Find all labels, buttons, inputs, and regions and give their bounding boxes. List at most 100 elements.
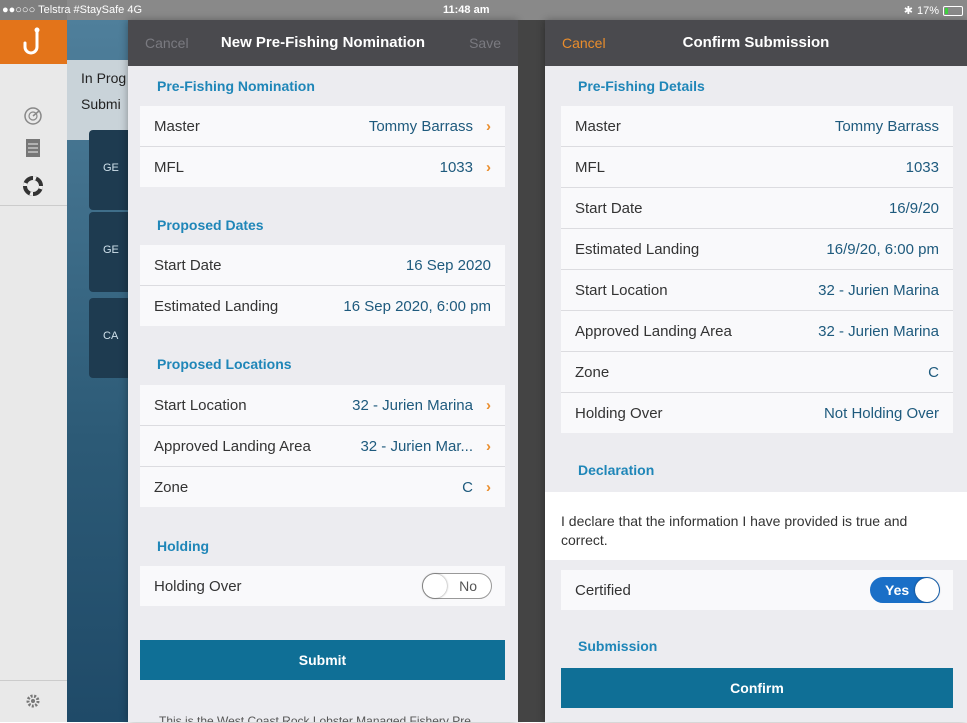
- locations-group: Start Location 32 - Jurien Marina › Appr…: [140, 385, 505, 507]
- declaration-text: I declare that the information I have pr…: [561, 513, 908, 548]
- submit-button[interactable]: Submit: [140, 640, 505, 680]
- nomination-panel: Cancel New Pre-Fishing Nomination Save P…: [128, 20, 518, 722]
- page-title: Confirm Submission: [682, 34, 830, 51]
- approved-landing-value: 32 - Jurien Marina: [818, 322, 939, 340]
- mfl-label: MFL: [575, 158, 605, 176]
- battery-icon: [943, 5, 963, 16]
- approved-landing-value: 32 - Jurien Mar...: [360, 437, 473, 455]
- holding-over-toggle[interactable]: No: [422, 573, 492, 599]
- sidebar-footer: [0, 680, 67, 723]
- start-date-value: 16 Sep 2020: [405, 256, 491, 274]
- zone-row[interactable]: Zone C ›: [140, 467, 505, 507]
- background-header-line2: Submi: [81, 96, 121, 112]
- mfl-row: MFL 1033: [561, 147, 953, 188]
- section-submission: Submission: [578, 638, 658, 654]
- start-location-label: Start Location: [154, 396, 247, 414]
- holding-over-label: Holding Over: [154, 577, 242, 595]
- master-label: Master: [154, 117, 200, 135]
- section-declaration: Declaration: [578, 462, 655, 478]
- fish-hook-icon[interactable]: [0, 20, 67, 64]
- sidebar-divider: [0, 205, 67, 206]
- start-location-row: Start Location 32 - Jurien Marina: [561, 270, 953, 311]
- mfl-value: 1033: [439, 158, 473, 176]
- radar-icon[interactable]: [22, 106, 44, 128]
- background-header-line1: In Prog: [81, 70, 127, 86]
- section-proposed-dates: Proposed Dates: [157, 217, 264, 233]
- master-label: Master: [575, 117, 621, 135]
- certified-toggle[interactable]: Yes: [870, 577, 940, 603]
- holding-over-row: Holding Over Not Holding Over: [561, 393, 953, 433]
- zone-value: C: [928, 363, 939, 381]
- declaration-box: I declare that the information I have pr…: [545, 492, 967, 560]
- mfl-value: 1033: [905, 158, 939, 176]
- holding-over-value: Not Holding Over: [823, 404, 939, 422]
- start-date-value: 16/9/20: [888, 199, 939, 217]
- page-title: New Pre-Fishing Nomination: [220, 34, 426, 51]
- toggle-text: Yes: [885, 582, 910, 598]
- confirm-navbar: Cancel Confirm Submission: [545, 20, 967, 66]
- start-date-label: Start Date: [575, 199, 643, 217]
- holding-over-label: Holding Over: [575, 404, 663, 422]
- confirm-panel: Cancel Confirm Submission Pre-Fishing De…: [545, 20, 967, 722]
- battery-status: ✱ 17%: [904, 4, 963, 17]
- estimated-landing-value: 16/9/20, 6:00 pm: [826, 240, 939, 258]
- mfl-label: MFL: [154, 158, 184, 176]
- certified-label: Certified: [575, 581, 631, 599]
- master-value: Tommy Barrass: [368, 117, 473, 135]
- approved-landing-row: Approved Landing Area 32 - Jurien Marina: [561, 311, 953, 352]
- carrier-signal: ●●○○○ Telstra #StaySafe 4G: [2, 4, 143, 16]
- zone-label: Zone: [575, 363, 610, 381]
- chevron-right-icon: ›: [486, 117, 491, 135]
- estimated-landing-row[interactable]: Estimated Landing 16 Sep 2020, 6:00 pm: [140, 286, 505, 326]
- holding-group: Holding Over No: [140, 566, 505, 606]
- start-location-label: Start Location: [575, 281, 668, 299]
- dates-group: Start Date 16 Sep 2020 Estimated Landing…: [140, 245, 505, 326]
- zone-row: Zone C: [561, 352, 953, 393]
- master-row[interactable]: Master Tommy Barrass ›: [140, 106, 505, 147]
- toggle-knob: [915, 578, 939, 602]
- section-pre-fishing-details: Pre-Fishing Details: [578, 78, 705, 94]
- list-icon[interactable]: [22, 138, 44, 160]
- clock: 11:48 am: [443, 4, 490, 16]
- gear-icon[interactable]: [22, 691, 44, 713]
- panel-gap: [518, 20, 545, 722]
- master-value: Tommy Barrass: [834, 117, 939, 135]
- estimated-landing-label: Estimated Landing: [154, 297, 279, 315]
- bluetooth-icon: ✱: [903, 5, 913, 17]
- mfl-row[interactable]: MFL 1033 ›: [140, 147, 505, 187]
- toggle-text: No: [459, 578, 477, 594]
- chevron-right-icon: ›: [486, 158, 491, 176]
- chevron-right-icon: ›: [486, 478, 491, 496]
- approved-landing-label: Approved Landing Area: [154, 437, 311, 455]
- start-location-row[interactable]: Start Location 32 - Jurien Marina ›: [140, 385, 505, 426]
- start-location-value: 32 - Jurien Marina: [352, 396, 473, 414]
- section-holding: Holding: [157, 538, 210, 554]
- master-row: Master Tommy Barrass: [561, 106, 953, 147]
- save-button[interactable]: Save: [469, 35, 501, 51]
- estimated-landing-row: Estimated Landing 16/9/20, 6:00 pm: [561, 229, 953, 270]
- certified-row: Certified Yes: [561, 570, 953, 610]
- footer-text: This is the West Coast Rock Lobster Mana…: [159, 714, 471, 722]
- nomination-navbar: Cancel New Pre-Fishing Nomination Save: [128, 20, 518, 66]
- confirm-button[interactable]: Confirm: [561, 668, 953, 708]
- toggle-knob: [423, 574, 447, 598]
- battery-percent: 17%: [916, 4, 939, 17]
- nomination-group: Master Tommy Barrass › MFL 1033 ›: [140, 106, 505, 187]
- estimated-landing-value: 16 Sep 2020, 6:00 pm: [343, 297, 491, 315]
- chevron-right-icon: ›: [486, 396, 491, 414]
- approved-landing-row[interactable]: Approved Landing Area 32 - Jurien Mar...…: [140, 426, 505, 467]
- approved-landing-label: Approved Landing Area: [575, 322, 732, 340]
- start-date-row: Start Date 16/9/20: [561, 188, 953, 229]
- estimated-landing-label: Estimated Landing: [575, 240, 700, 258]
- start-location-value: 32 - Jurien Marina: [818, 281, 939, 299]
- zone-value: C: [462, 478, 473, 496]
- app-sidebar: [0, 0, 67, 722]
- status-bar: ●●○○○ Telstra #StaySafe 4G 11:48 am ✱ 17…: [0, 0, 967, 20]
- start-date-row[interactable]: Start Date 16 Sep 2020: [140, 245, 505, 286]
- section-proposed-locations: Proposed Locations: [157, 356, 292, 372]
- holding-over-row: Holding Over No: [140, 566, 505, 606]
- section-pre-fishing-nomination: Pre-Fishing Nomination: [157, 78, 315, 94]
- certified-group: Certified Yes: [561, 570, 953, 610]
- lifebuoy-icon[interactable]: [22, 176, 44, 198]
- chevron-right-icon: ›: [486, 437, 491, 455]
